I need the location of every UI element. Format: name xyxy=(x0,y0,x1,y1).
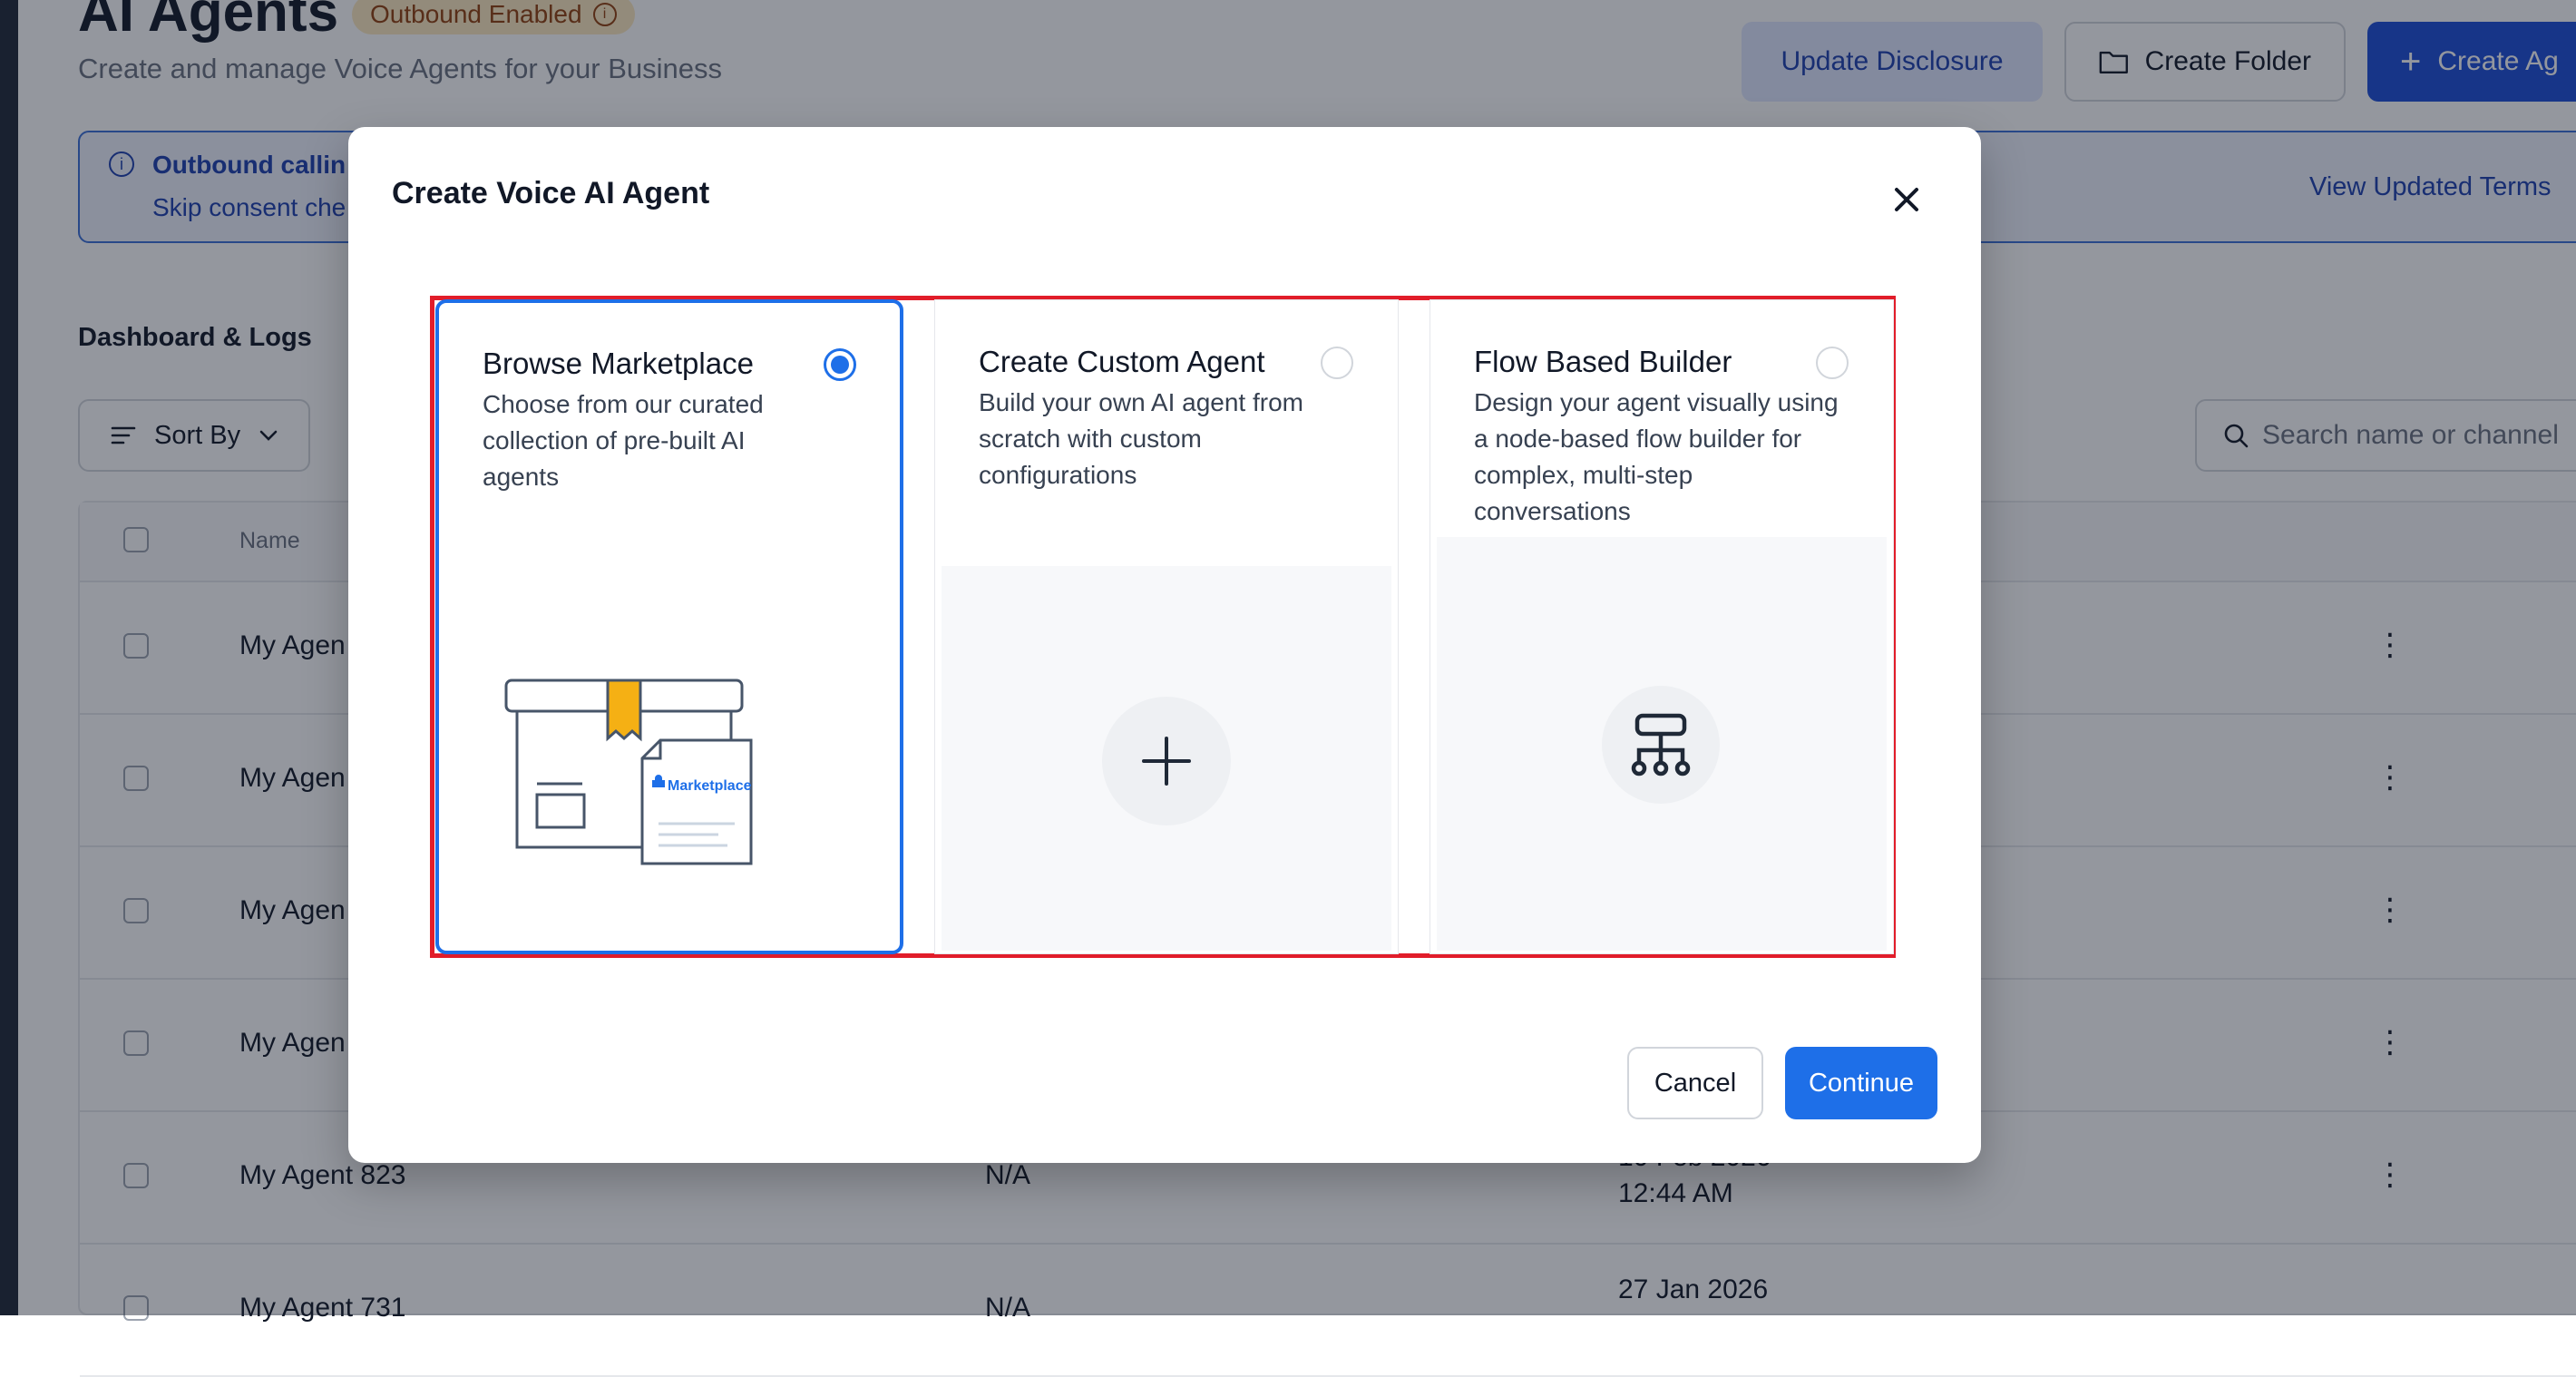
option-description: Design your agent visually using a node-… xyxy=(1474,388,1839,525)
marketplace-illustration-label: Marketplace xyxy=(668,778,752,794)
option-title: Create Custom Agent xyxy=(979,345,1265,378)
continue-label: Continue xyxy=(1808,1068,1915,1098)
plus-icon xyxy=(1102,697,1231,825)
option-radio[interactable] xyxy=(1321,347,1353,379)
option-radio[interactable] xyxy=(1816,347,1849,379)
cancel-label: Cancel xyxy=(1654,1068,1737,1098)
option-title: Browse Marketplace xyxy=(483,347,754,380)
close-icon[interactable] xyxy=(1887,180,1927,220)
option-description: Choose from our curated collection of pr… xyxy=(483,390,764,491)
marketplace-box-illustration xyxy=(504,679,753,865)
option-description: Build your own AI agent from scratch wit… xyxy=(979,388,1303,489)
option-title: Flow Based Builder xyxy=(1474,345,1732,378)
flow-diagram-icon xyxy=(1602,686,1720,804)
cancel-button[interactable]: Cancel xyxy=(1627,1047,1763,1119)
continue-button[interactable]: Continue xyxy=(1785,1047,1937,1119)
modal-title: Create Voice AI Agent xyxy=(392,176,710,210)
option-radio-selected[interactable] xyxy=(824,348,856,381)
